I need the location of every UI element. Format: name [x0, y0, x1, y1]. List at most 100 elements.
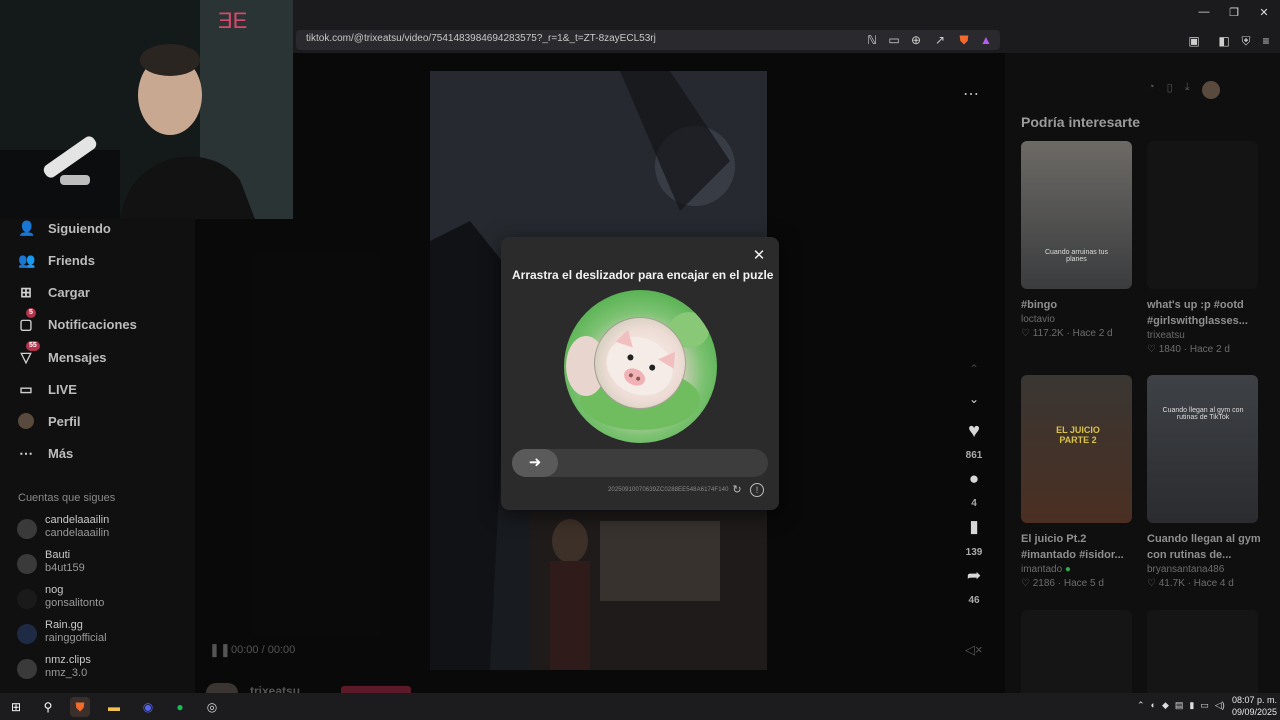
- webcam-overlay: ƎE: [0, 0, 293, 219]
- sidebar-item-label: Siguiendo: [48, 220, 111, 236]
- captcha-slider-track[interactable]: ➜: [512, 449, 768, 477]
- comments-count: 4: [971, 498, 977, 509]
- tray-app-icon[interactable]: ▤: [1175, 700, 1184, 711]
- vpn-icon[interactable]: ⛨: [1238, 33, 1254, 49]
- sidebar-item-profile[interactable]: Perfil: [18, 409, 81, 433]
- more-options-icon[interactable]: ⋯: [963, 84, 979, 104]
- close-window-icon[interactable]: ✕: [1256, 6, 1272, 19]
- device-icon[interactable]: ▯: [1167, 81, 1173, 97]
- account-handle: candelaaailin: [45, 527, 110, 539]
- sidebar-item-label: Más: [48, 445, 74, 461]
- upload-icon: ⊞: [20, 284, 32, 300]
- following-icon: 👤: [18, 220, 36, 236]
- sidebar-item-more[interactable]: ⋯ Más: [18, 441, 73, 465]
- card-title: Cuando llegan al gym con rutinas de...: [1147, 533, 1261, 561]
- profile-avatar: [18, 413, 34, 429]
- spotify-icon[interactable]: ●: [170, 697, 190, 717]
- comment-button[interactable]: ●: [962, 469, 986, 489]
- recommendation-card[interactable]: Cuando arruinas tus planes #bingo loctav…: [1021, 141, 1132, 341]
- previous-video-icon[interactable]: ⌃: [962, 362, 986, 376]
- steam-icon[interactable]: ◐: [1151, 700, 1156, 711]
- brave-browser-icon[interactable]: ⛊: [70, 697, 90, 717]
- messages-badge: 55: [26, 341, 40, 351]
- info-icon[interactable]: !: [750, 483, 764, 497]
- recommendation-card-partial[interactable]: [1021, 610, 1132, 693]
- card-likes: 2186: [1032, 578, 1055, 589]
- avatar: [17, 659, 37, 679]
- captcha-dialog: ✕ Arrastra el deslizador para encajar en…: [501, 237, 779, 510]
- coins-icon[interactable]: ◔: [1148, 81, 1155, 97]
- arrow-right-icon: ➜: [528, 454, 542, 471]
- brave-shield-icon[interactable]: ⛊: [956, 32, 972, 48]
- next-video-icon[interactable]: ⌄: [962, 392, 986, 406]
- captcha-slider-handle[interactable]: ➜: [512, 449, 558, 477]
- windows-start-icon[interactable]: ⊞: [6, 697, 26, 717]
- thumbnail: Cuando llegan al gym con rutinas de TikT…: [1147, 375, 1258, 523]
- following-account[interactable]: nog gonsalitonto: [17, 584, 187, 614]
- following-account[interactable]: Rain.gg rainggofficial: [17, 619, 187, 649]
- discord-icon[interactable]: ◉: [138, 697, 158, 717]
- cast-icon[interactable]: ▭: [886, 32, 902, 48]
- thumbnail-caption: EL JUICIO PARTE 2: [1056, 425, 1100, 445]
- avatar: [17, 554, 37, 574]
- clock-time[interactable]: 08:07 p. m.: [1232, 695, 1277, 705]
- minimize-icon[interactable]: —: [1196, 6, 1212, 18]
- sidebar-toggle-icon[interactable]: ◧: [1216, 33, 1232, 49]
- sidebar-item-notifications[interactable]: ▢ 5 Notificaciones: [18, 308, 137, 336]
- address-bar[interactable]: tiktok.com/@trixeatsu/video/754148398469…: [296, 30, 1000, 50]
- search-icon[interactable]: ⚲: [38, 697, 58, 717]
- account-handle: gonsalitonto: [45, 597, 105, 609]
- notification-badge: 5: [26, 308, 36, 318]
- follow-button[interactable]: [341, 686, 411, 693]
- download-icon[interactable]: ⤓: [1185, 81, 1190, 97]
- tray-expand-icon[interactable]: ⌃: [1137, 700, 1145, 711]
- close-icon[interactable]: ✕: [751, 248, 767, 264]
- message-icon: ▽ 55: [18, 341, 40, 365]
- obs-icon[interactable]: ◎: [202, 697, 222, 717]
- captcha-title: Arrastra el deslizador para encajar en e…: [512, 268, 774, 282]
- reader-mode-icon[interactable]: ℕ: [864, 32, 880, 48]
- card-author: bryansantana486: [1147, 564, 1225, 575]
- network-icon[interactable]: ▭: [1200, 700, 1209, 711]
- user-avatar[interactable]: [1201, 81, 1220, 99]
- sidebar-item-upload[interactable]: ⊞ Cargar: [18, 280, 90, 304]
- recommendation-card-partial[interactable]: [1147, 610, 1258, 693]
- recommendation-card[interactable]: Cuando llegan al gym con rutinas de TikT…: [1147, 375, 1261, 591]
- following-account[interactable]: Bauti b4ut159: [17, 549, 187, 579]
- sidebar-item-following[interactable]: 👤 Siguiendo: [18, 216, 111, 240]
- file-explorer-icon[interactable]: ▬: [104, 697, 124, 717]
- share-button[interactable]: ➦: [962, 566, 986, 586]
- sidebar-item-friends[interactable]: 👥 Friends: [18, 248, 95, 272]
- microphone-icon[interactable]: ▮: [1189, 700, 1194, 711]
- menu-icon[interactable]: ≡: [1258, 33, 1274, 49]
- like-button[interactable]: ♥: [962, 420, 986, 443]
- refresh-icon[interactable]: ↻: [730, 483, 744, 497]
- top-right-actions: ◔ ▯ ⤓: [1148, 81, 1248, 99]
- shares-count: 46: [968, 595, 980, 606]
- thumbnail-caption: Cuando llegan al gym con rutinas de TikT…: [1162, 407, 1244, 421]
- volume-icon[interactable]: ◁): [1215, 700, 1225, 711]
- card-age: Hace 2 d: [1072, 328, 1113, 339]
- save-button[interactable]: ▮: [962, 517, 986, 537]
- author-name[interactable]: trixeatsu: [250, 684, 300, 693]
- card-meta: ♡ 2186 · Hace 5 d: [1021, 578, 1104, 589]
- mute-icon[interactable]: ◁×: [965, 642, 983, 658]
- recommendation-card[interactable]: EL JUICIO PARTE 2 El juicio Pt.2 #imanta…: [1021, 375, 1132, 591]
- brave-rewards-icon[interactable]: ▲: [978, 32, 994, 48]
- share-icon[interactable]: ↗: [932, 32, 948, 48]
- account-name: nog: [45, 584, 64, 596]
- restore-icon[interactable]: ❐: [1226, 6, 1242, 19]
- following-account[interactable]: nmz.clips nmz_3.0: [17, 654, 187, 684]
- following-section-title: Cuentas que sigues: [18, 492, 116, 504]
- author-avatar[interactable]: [206, 683, 238, 693]
- wallet-icon[interactable]: ▣: [1186, 33, 1202, 49]
- recommendation-card[interactable]: what's up :p #ootd #girlswithglasses... …: [1147, 141, 1258, 357]
- tray-app-icon[interactable]: ◆: [1162, 700, 1169, 711]
- pause-icon[interactable]: ❚❚: [209, 642, 231, 658]
- zoom-icon[interactable]: ⊕: [908, 32, 924, 48]
- sidebar-item-live[interactable]: ▭ LIVE: [18, 377, 77, 401]
- following-account[interactable]: candelaaailin candelaaailin: [17, 514, 187, 544]
- clock-date[interactable]: 09/09/2025: [1232, 707, 1277, 717]
- card-meta: ♡ 41.7K · Hace 4 d: [1147, 578, 1234, 589]
- sidebar-item-messages[interactable]: ▽ 55 Mensajes: [18, 341, 107, 369]
